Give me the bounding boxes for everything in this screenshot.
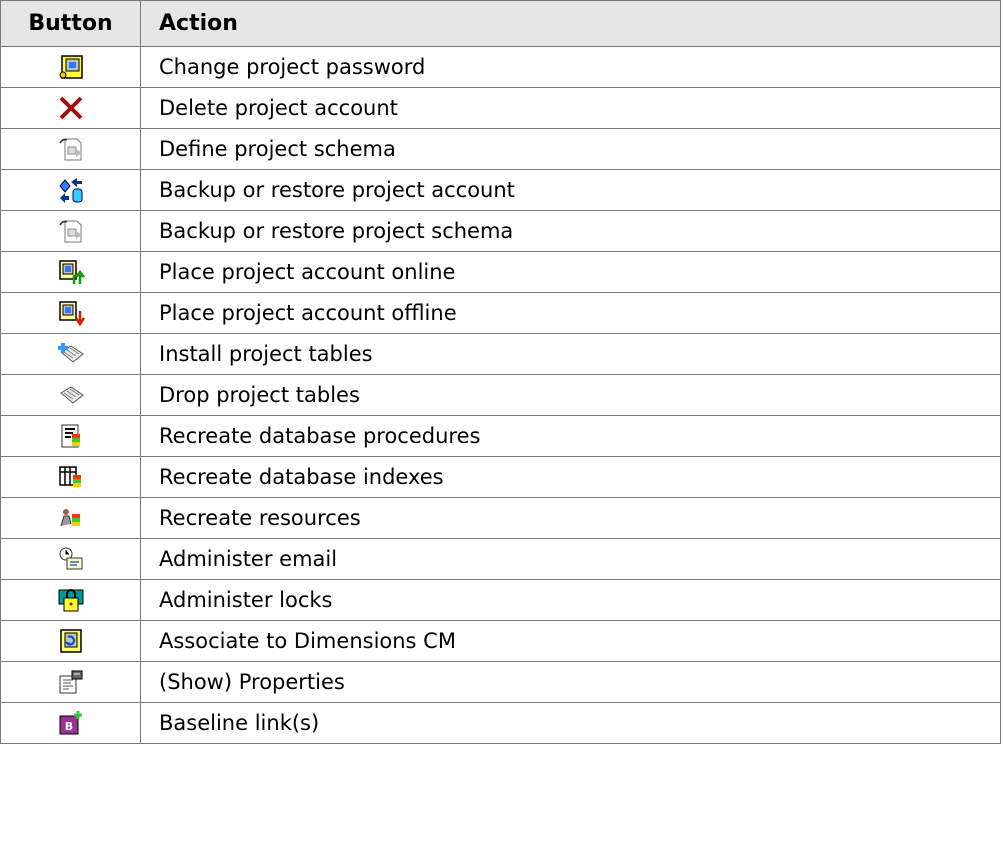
action-label: Recreate database procedures	[140, 415, 1001, 457]
table-row: Change project password	[0, 46, 1001, 88]
action-label: Administer email	[140, 538, 1001, 580]
action-label: Backup or restore project schema	[140, 210, 1001, 252]
delete-x-icon	[57, 94, 85, 122]
button-action-table: Button Action Change project password De…	[0, 0, 1001, 744]
table-row: Place project account online	[0, 251, 1001, 293]
table-row: Recreate database procedures	[0, 415, 1001, 457]
action-label: Install project tables	[140, 333, 1001, 375]
baseline-link-icon: B	[57, 709, 85, 737]
table-row: Recreate database indexes	[0, 456, 1001, 498]
action-label: (Show) Properties	[140, 661, 1001, 703]
header-button: Button	[0, 0, 141, 47]
backup-restore-arrows-icon	[57, 176, 85, 204]
table-row: Drop project tables	[0, 374, 1001, 416]
resources-icon	[57, 504, 85, 532]
action-label: Change project password	[140, 46, 1001, 88]
table-row: Recreate resources	[0, 497, 1001, 539]
schema-document-icon	[57, 217, 85, 245]
action-label: Recreate resources	[140, 497, 1001, 539]
drop-tables-icon	[57, 381, 85, 409]
table-row: Associate to Dimensions CM	[0, 620, 1001, 662]
table-header-row: Button Action	[0, 0, 1001, 47]
table-row: Define project schema	[0, 128, 1001, 170]
header-action: Action	[140, 0, 1001, 47]
account-online-icon	[57, 258, 85, 286]
database-procedures-icon	[57, 422, 85, 450]
action-label: Place project account online	[140, 251, 1001, 293]
table-row: Delete project account	[0, 87, 1001, 129]
action-label: Drop project tables	[140, 374, 1001, 416]
table-row: Backup or restore project account	[0, 169, 1001, 211]
schema-document-icon	[57, 135, 85, 163]
action-label: Administer locks	[140, 579, 1001, 621]
action-label: Delete project account	[140, 87, 1001, 129]
action-label: Define project schema	[140, 128, 1001, 170]
action-label: Place project account offline	[140, 292, 1001, 334]
action-label: Recreate database indexes	[140, 456, 1001, 498]
dimensions-cm-icon	[57, 627, 85, 655]
table-row: Administer locks	[0, 579, 1001, 621]
table-row: Install project tables	[0, 333, 1001, 375]
table-row: Backup or restore project schema	[0, 210, 1001, 252]
install-tables-icon	[57, 340, 85, 368]
account-offline-icon	[57, 299, 85, 327]
database-indexes-icon	[57, 463, 85, 491]
table-row: Administer email	[0, 538, 1001, 580]
project-password-icon	[57, 53, 85, 81]
properties-icon	[57, 668, 85, 696]
action-label: Associate to Dimensions CM	[140, 620, 1001, 662]
table-row: (Show) Properties	[0, 661, 1001, 703]
svg-text:B: B	[64, 720, 72, 733]
action-label: Backup or restore project account	[140, 169, 1001, 211]
table-row: B Baseline link(s)	[0, 702, 1001, 744]
table-row: Place project account offline	[0, 292, 1001, 334]
action-label: Baseline link(s)	[140, 702, 1001, 744]
email-clock-icon	[57, 545, 85, 573]
lock-icon	[57, 586, 85, 614]
